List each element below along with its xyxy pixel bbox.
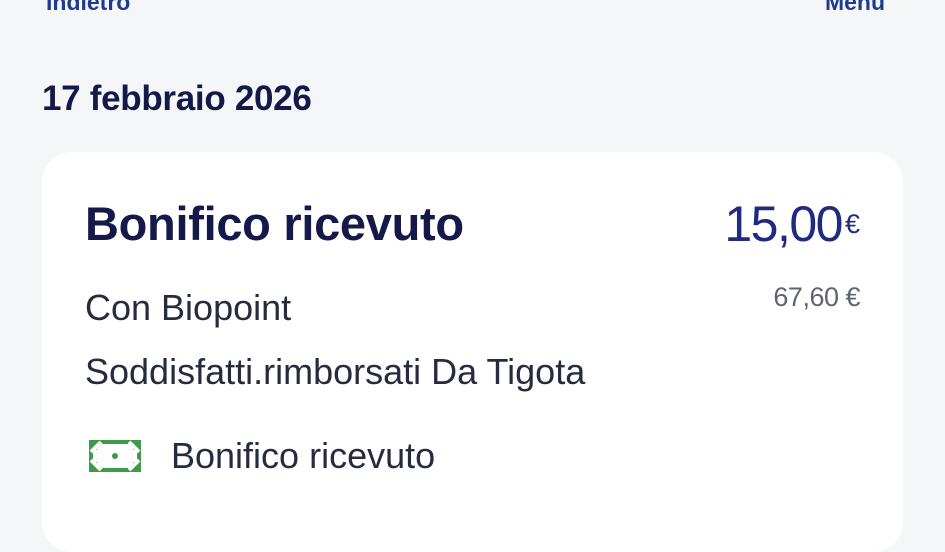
transaction-description-line-1: Con Biopoint xyxy=(85,287,292,328)
transaction-type-label: Bonifico ricevuto xyxy=(171,435,436,476)
date-heading: 17 febbraio 2026 xyxy=(42,79,312,118)
transaction-description-line-2: Soddisfatti.rimborsati Da Tigota xyxy=(85,351,586,392)
menu-link[interactable]: Menu xyxy=(825,0,885,17)
transaction-type-row: Bonifico ricevuto xyxy=(87,434,435,478)
transaction-amount: 15,00 € xyxy=(724,196,860,265)
transaction-card[interactable]: Bonifico ricevuto 15,00 € 67,60 € Con Bio… xyxy=(42,152,903,552)
back-link[interactable]: Indietro xyxy=(46,0,130,17)
balance-after-transaction: 67,60 € xyxy=(773,282,860,312)
transaction-title: Bonifico ricevuto xyxy=(85,197,464,250)
banknote-icon xyxy=(87,438,143,474)
amount-currency: € xyxy=(844,209,860,239)
amount-value: 15,00 xyxy=(724,196,843,252)
top-navigation-bar: Indietro Menu xyxy=(0,0,945,20)
